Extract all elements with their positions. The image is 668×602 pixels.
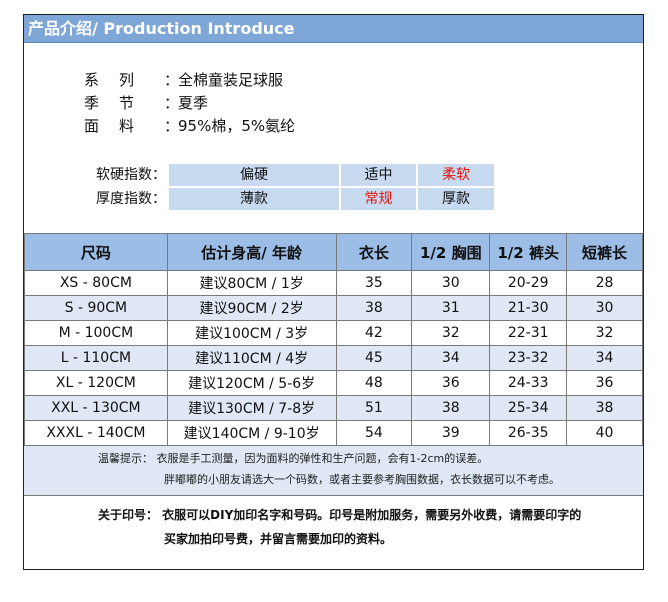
height-age-cell: 建议130CM / 7-8岁 <box>166 395 337 421</box>
size-cell: XXXL - 140CM <box>24 420 168 446</box>
shorts-cell: 36 <box>566 370 643 396</box>
size-cell: S - 90CM <box>24 295 168 321</box>
hardness-option-soft: 柔软 <box>418 164 494 186</box>
chest-cell: 30 <box>411 270 491 296</box>
waist-cell: 23-32 <box>489 345 568 371</box>
spec-value: 95%棉，5%氨纶 <box>178 117 296 135</box>
waist-cell: 24-33 <box>489 370 568 396</box>
shorts-cell: 28 <box>566 270 643 296</box>
spec-fabric: 面料 ：95%棉，5%氨纶 <box>84 117 296 135</box>
length-cell: 38 <box>335 295 413 321</box>
height-age-cell: 建议110CM / 4岁 <box>166 345 337 371</box>
height-age-cell: 建议80CM / 1岁 <box>166 270 337 296</box>
chest-cell: 34 <box>411 345 491 371</box>
length-cell: 42 <box>335 320 413 346</box>
size-cell: XL - 120CM <box>24 370 168 396</box>
size-chart-table: 尺码 估计身高/ 年龄 衣长 1/2 胸围 1/2 裤头 短裤长 XS - 80… <box>24 233 643 446</box>
size-cell: M - 100CM <box>24 320 168 346</box>
column-header-size: 尺码 <box>24 233 168 271</box>
shorts-cell: 32 <box>566 320 643 346</box>
table-row: L - 110CM 建议110CM / 4岁 45 34 23-32 34 <box>24 345 643 371</box>
column-header-length: 衣长 <box>335 233 413 271</box>
spec-label: 系列 <box>84 71 155 89</box>
chest-cell: 31 <box>411 295 491 321</box>
waist-cell: 25-34 <box>489 395 568 421</box>
hardness-label: 软硬指数： <box>96 167 166 183</box>
spec-label: 季节 <box>84 94 155 112</box>
thickness-label: 厚度指数： <box>96 191 166 207</box>
length-cell: 35 <box>335 270 413 296</box>
section-title: 产品介绍/ Production Introduce <box>24 15 643 43</box>
shorts-cell: 30 <box>566 295 643 321</box>
printing-line-1: 关于印号： 衣服可以DIY加印名字和号码。印号是附加服务，需要另外收费，请需要印… <box>98 508 582 522</box>
height-age-cell: 建议90CM / 2岁 <box>166 295 337 321</box>
waist-cell: 26-35 <box>489 420 568 446</box>
height-age-cell: 建议120CM / 5-6岁 <box>166 370 337 396</box>
table-row: M - 100CM 建议100CM / 3岁 42 32 22-31 32 <box>24 320 643 346</box>
measurement-notes: 温馨提示： 衣服是手工测量，因为面料的弹性和生产问题，会有1-2cm的误差。 胖… <box>24 445 643 495</box>
waist-cell: 21-30 <box>489 295 568 321</box>
chest-cell: 36 <box>411 370 491 396</box>
spec-value: 夏季 <box>178 94 209 112</box>
spec-label: 面料 <box>84 117 155 135</box>
chest-cell: 32 <box>411 320 491 346</box>
size-cell: L - 110CM <box>24 345 168 371</box>
table-row: XL - 120CM 建议120CM / 5-6岁 48 36 24-33 36 <box>24 370 643 396</box>
chest-cell: 38 <box>411 395 491 421</box>
shorts-cell: 40 <box>566 420 643 446</box>
chest-cell: 39 <box>411 420 491 446</box>
product-intro-panel: 产品介绍/ Production Introduce 系列 ：全棉童装足球服 季节… <box>23 14 644 570</box>
length-cell: 48 <box>335 370 413 396</box>
height-age-cell: 建议100CM / 3岁 <box>166 320 337 346</box>
shorts-cell: 34 <box>566 345 643 371</box>
printing-info: 关于印号： 衣服可以DIY加印名字和号码。印号是附加服务，需要另外收费，请需要印… <box>24 495 643 569</box>
table-row: XS - 80CM 建议80CM / 1岁 35 30 20-29 28 <box>24 270 643 296</box>
column-header-height-age: 估计身高/ 年龄 <box>166 233 337 271</box>
table-row: XXL - 130CM 建议130CM / 7-8岁 51 38 25-34 3… <box>24 395 643 421</box>
hardness-index-row: 软硬指数： 偏硬 适中 柔软 <box>79 164 499 186</box>
column-header-shorts-length: 短裤长 <box>566 233 643 271</box>
column-header-half-chest: 1/2 胸围 <box>411 233 491 271</box>
note-line-advice: 胖嘟嘟的小朋友请选大一个码数，或者主要参考胸围数据，衣长数据可以不考虑。 <box>164 473 560 486</box>
thickness-option-regular: 常规 <box>341 188 416 210</box>
thickness-index-row: 厚度指数： 薄款 常规 厚款 <box>79 188 499 210</box>
thickness-option-thick: 厚款 <box>418 188 494 210</box>
waist-cell: 22-31 <box>489 320 568 346</box>
spec-value: 全棉童装足球服 <box>178 71 284 89</box>
thickness-option-thin: 薄款 <box>169 188 339 210</box>
hardness-option-medium: 适中 <box>341 164 416 186</box>
printing-line-2: 买家加拍印号费，并留言需要加印的资料。 <box>164 532 393 546</box>
length-cell: 45 <box>335 345 413 371</box>
note-line-tip: 温馨提示： 衣服是手工测量，因为面料的弹性和生产问题，会有1-2cm的误差。 <box>98 452 489 465</box>
spec-series: 系列 ：全棉童装足球服 <box>84 71 284 89</box>
table-row: XXXL - 140CM 建议140CM / 9-10岁 54 39 26-35… <box>24 420 643 446</box>
length-cell: 51 <box>335 395 413 421</box>
table-row: S - 90CM 建议90CM / 2岁 38 31 21-30 30 <box>24 295 643 321</box>
size-cell: XXL - 130CM <box>24 395 168 421</box>
length-cell: 54 <box>335 420 413 446</box>
waist-cell: 20-29 <box>489 270 568 296</box>
shorts-cell: 38 <box>566 395 643 421</box>
column-header-half-waist: 1/2 裤头 <box>489 233 568 271</box>
spec-season: 季节 ：夏季 <box>84 94 209 112</box>
table-header-row: 尺码 估计身高/ 年龄 衣长 1/2 胸围 1/2 裤头 短裤长 <box>24 233 643 271</box>
hardness-option-firm: 偏硬 <box>169 164 339 186</box>
size-cell: XS - 80CM <box>24 270 168 296</box>
height-age-cell: 建议140CM / 9-10岁 <box>166 420 337 446</box>
